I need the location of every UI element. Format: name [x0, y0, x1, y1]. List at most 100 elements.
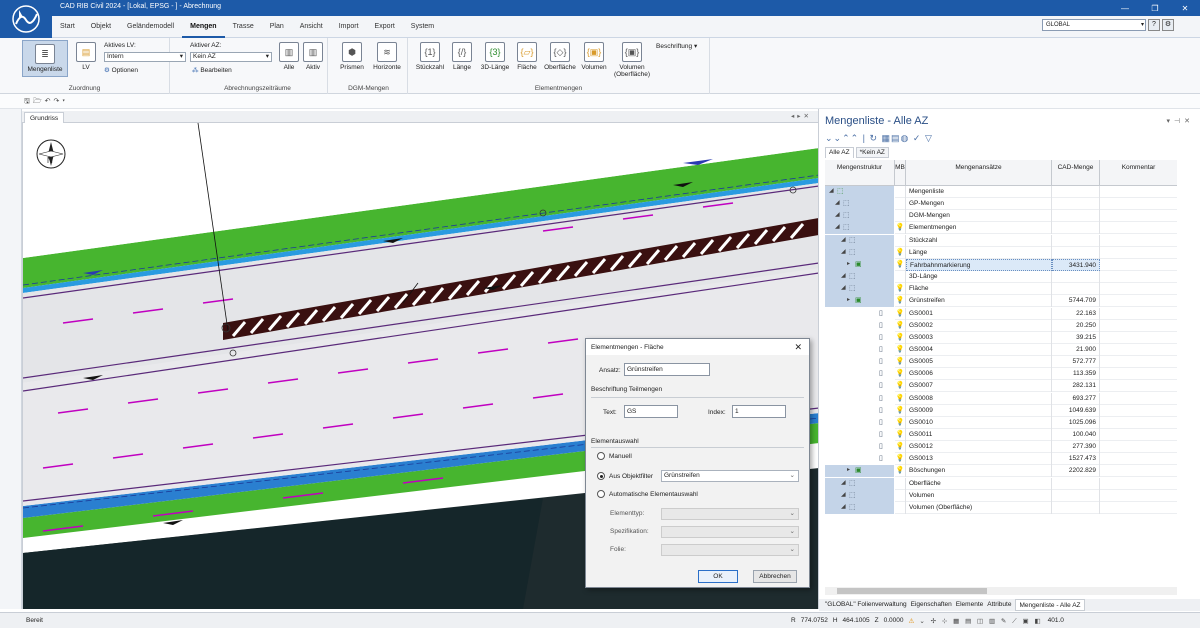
expand-icon[interactable]: ◢: [841, 235, 846, 246]
bulb-icon[interactable]: 💡: [895, 380, 906, 393]
row-comment[interactable]: [1100, 247, 1177, 259]
ansatz-input[interactable]: Grünstreifen: [624, 363, 710, 376]
table-row[interactable]: ▯ 💡 GS0003 39.215: [825, 331, 1177, 344]
bulb-icon[interactable]: 💡: [895, 356, 906, 369]
zoom-value[interactable]: 401.0: [1048, 617, 1064, 626]
bulb-icon[interactable]: 💡: [895, 319, 906, 332]
tree-cell[interactable]: ◢ ⬚: [825, 186, 895, 198]
row-comment[interactable]: [1100, 417, 1177, 429]
minimize-button[interactable]: —: [1110, 0, 1140, 16]
tab-grundriss[interactable]: Grundriss: [24, 112, 65, 123]
tree-cell[interactable]: ◢ ⬚: [825, 477, 895, 490]
bulb-icon[interactable]: 💡: [895, 453, 906, 466]
col-kommentar[interactable]: Kommentar: [1100, 160, 1177, 186]
radio-manuell[interactable]: [597, 452, 605, 460]
beschriftung-dropdown[interactable]: Beschriftung ▾: [656, 42, 697, 50]
expand-icon[interactable]: ◢: [841, 490, 846, 501]
table-row[interactable]: ◢ ⬚ 💡 Länge: [825, 246, 1177, 259]
tree-cell[interactable]: ▸ ▣: [825, 295, 895, 308]
bulb-icon[interactable]: 💡: [895, 429, 906, 441]
table-row[interactable]: ▯ 💡 GS0001 22.163: [825, 307, 1177, 320]
bulb-icon[interactable]: 💡: [895, 258, 906, 271]
row-comment[interactable]: [1100, 502, 1177, 514]
flaeche-button[interactable]: {▱} Fläche: [514, 42, 540, 71]
col-mengenansaetze[interactable]: Mengenansätze: [906, 160, 1052, 186]
mengenliste-button[interactable]: ≣ Mengenliste: [22, 40, 68, 77]
table-row[interactable]: ◢ ⬚ 3D-Länge: [825, 271, 1177, 284]
bulb-icon[interactable]: [895, 186, 906, 198]
table-row[interactable]: ▯ 💡 GS0005 572.777: [825, 356, 1177, 369]
row-comment[interactable]: [1100, 393, 1177, 405]
tab-system[interactable]: System: [403, 16, 442, 38]
tree-cell[interactable]: ▯: [825, 343, 895, 356]
bulb-icon[interactable]: 💡: [895, 343, 906, 356]
row-comment[interactable]: [1100, 368, 1177, 380]
row-comment[interactable]: [1100, 453, 1177, 465]
expand-icon[interactable]: ◢: [841, 478, 846, 489]
tab-trasse[interactable]: Trasse: [225, 16, 262, 38]
expand-icon[interactable]: ◢: [829, 186, 834, 197]
tree-cell[interactable]: ▯: [825, 416, 895, 429]
bulb-icon[interactable]: 💡: [895, 392, 906, 405]
tab-start[interactable]: Start: [52, 16, 83, 38]
help-icon[interactable]: ?: [1148, 19, 1160, 31]
folie-select[interactable]: ⌄: [661, 544, 799, 556]
index-input[interactable]: 1: [732, 405, 786, 418]
row-comment[interactable]: [1100, 235, 1177, 247]
row-comment[interactable]: [1100, 320, 1177, 332]
row-comment[interactable]: [1100, 380, 1177, 392]
col-mengenstruktur[interactable]: Mengenstruktur: [825, 160, 895, 186]
table-row[interactable]: ◢ ⬚ 💡 Elementmengen: [825, 222, 1177, 235]
tree-cell[interactable]: ◢ ⬚: [825, 222, 895, 235]
tree-cell[interactable]: ▸ ▣: [825, 258, 895, 271]
stueckzahl-button[interactable]: {1} Stückzahl: [412, 42, 448, 71]
expand-icon[interactable]: ◢: [841, 247, 846, 258]
table-row[interactable]: ▯ 💡 GS0009 1049.639: [825, 404, 1177, 417]
horizontal-scrollbar[interactable]: [825, 587, 1177, 595]
table-row[interactable]: ▯ 💡 GS0002 20.250: [825, 319, 1177, 332]
row-comment[interactable]: [1100, 198, 1177, 210]
aktives-lv-select[interactable]: Intern ▾: [104, 52, 186, 62]
row-comment[interactable]: [1100, 186, 1177, 198]
table-row[interactable]: ◢ ⬚ Stückzahl: [825, 234, 1177, 247]
volumen-oberflaeche-button[interactable]: {▣} Volumen (Oberfläche): [612, 42, 652, 78]
tab-alle-az[interactable]: Alle AZ: [825, 147, 854, 158]
tree-cell[interactable]: ▸ ▣: [825, 465, 895, 478]
table-row[interactable]: ◢ ⬚ Oberfläche: [825, 477, 1177, 490]
bottom-tab-2[interactable]: Elemente: [956, 599, 983, 611]
text-input[interactable]: GS: [624, 405, 678, 418]
bottom-tab-3[interactable]: Attribute: [987, 599, 1011, 611]
tab-objekt[interactable]: Objekt: [83, 16, 119, 38]
objektfilter-select[interactable]: Grünstreifen ⌄: [661, 470, 799, 482]
tree-cell[interactable]: ▯: [825, 392, 895, 405]
bulb-icon[interactable]: 💡: [895, 331, 906, 344]
tree-cell[interactable]: ▯: [825, 331, 895, 344]
expand-icon[interactable]: ◢: [841, 502, 846, 513]
bulb-icon[interactable]: 💡: [895, 246, 906, 259]
expand-icon[interactable]: ◢: [835, 222, 840, 233]
table-row[interactable]: ◢ ⬚ DGM-Mengen: [825, 210, 1177, 223]
tree-cell[interactable]: ▯: [825, 453, 895, 466]
tree-cell[interactable]: ◢ ⬚: [825, 234, 895, 247]
expand-icon[interactable]: ▸: [847, 465, 850, 476]
tree-cell[interactable]: ▯: [825, 307, 895, 320]
table-row[interactable]: ▸ ▣ 💡 Fahrbahnmarkierung 3431.940: [825, 258, 1177, 271]
prismen-button[interactable]: ⬢ Prismen: [338, 42, 366, 71]
row-comment[interactable]: [1100, 295, 1177, 307]
expand-icon[interactable]: ▸: [847, 259, 850, 270]
table-row[interactable]: ▸ ▣ 💡 Böschungen 2202.829: [825, 465, 1177, 478]
expand-icon[interactable]: ◢: [835, 210, 840, 221]
tree-cell[interactable]: ◢ ⬚: [825, 210, 895, 223]
volumen-button[interactable]: {▣} Volumen: [578, 42, 610, 71]
table-row[interactable]: ▯ 💡 GS0008 693.277: [825, 392, 1177, 405]
bulb-icon[interactable]: 💡: [895, 441, 906, 454]
ok-button[interactable]: OK: [698, 570, 738, 583]
laenge-button[interactable]: {/} Länge: [450, 42, 474, 71]
bulb-icon[interactable]: [895, 271, 906, 284]
tab-import[interactable]: Import: [331, 16, 367, 38]
expand-icon[interactable]: ◢: [841, 271, 846, 282]
row-comment[interactable]: [1100, 210, 1177, 222]
bulb-icon[interactable]: 💡: [895, 368, 906, 381]
tab-kein-az[interactable]: *Kein AZ: [855, 147, 889, 158]
row-comment[interactable]: [1100, 344, 1177, 356]
